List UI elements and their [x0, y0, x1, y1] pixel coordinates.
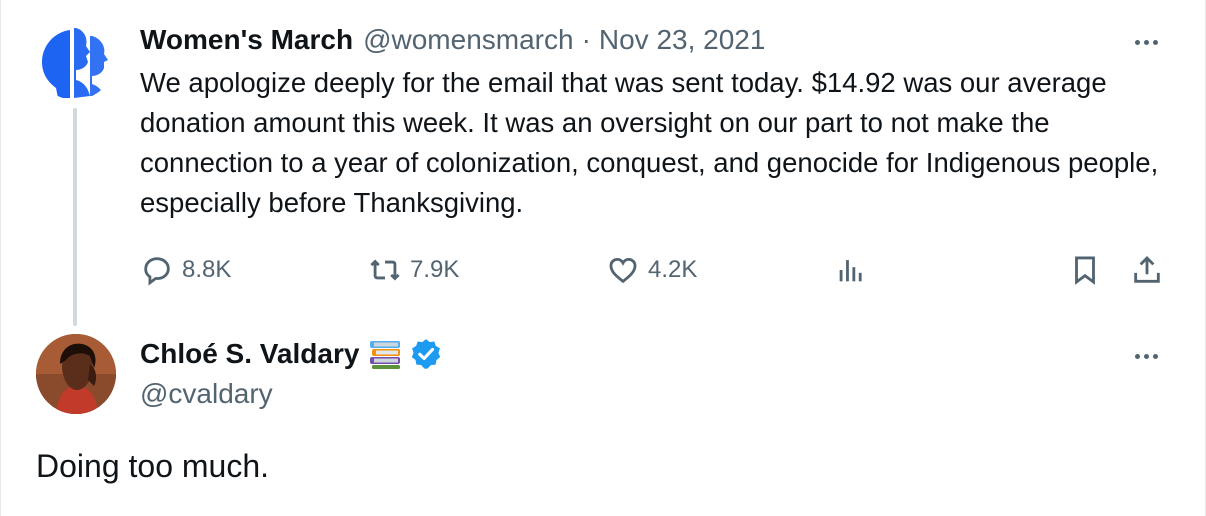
- repost-icon: [370, 259, 400, 281]
- reply-count: 8.8K: [182, 256, 232, 283]
- more-dot-icon: [1134, 353, 1140, 359]
- parent-more-options-button[interactable]: [1126, 30, 1166, 54]
- reply-button[interactable]: 8.8K: [140, 248, 231, 292]
- parent-tweet-date[interactable]: Nov 23, 2021: [599, 24, 766, 56]
- parent-author-handle[interactable]: @womensmarch: [363, 24, 573, 56]
- parent-tweet-header: Women's March @womensmarch · Nov 23, 202…: [140, 20, 765, 60]
- tweet-text: Doing too much.: [36, 448, 270, 484]
- share-button[interactable]: [1130, 248, 1164, 292]
- cvaldary-avatar[interactable]: [36, 334, 116, 414]
- repost-count: 7.9K: [410, 256, 460, 283]
- thread-connector-line: [73, 108, 77, 326]
- analytics-icon: [839, 260, 862, 282]
- more-dot-icon: [1134, 39, 1140, 45]
- parent-author-name[interactable]: Women's March: [140, 24, 353, 56]
- reply-icon: [144, 257, 170, 286]
- profile-photo-icon: [36, 334, 116, 414]
- views-button[interactable]: [834, 248, 868, 292]
- bookmark-button[interactable]: [1068, 248, 1102, 292]
- tweet-author-name[interactable]: Chloé S. Valdary: [140, 338, 359, 370]
- heart-icon: [609, 257, 637, 284]
- more-dot-icon: [1152, 353, 1158, 359]
- more-dot-icon: [1143, 353, 1149, 359]
- share-icon: [1134, 255, 1160, 283]
- more-dot-icon: [1143, 39, 1149, 45]
- more-dot-icon: [1152, 39, 1158, 45]
- parent-tweet-text: We apologize deeply for the email that w…: [140, 67, 1159, 218]
- repost-button[interactable]: 7.9K: [368, 248, 459, 292]
- tweet-author-row: Chloé S. Valdary: [140, 334, 443, 374]
- like-button[interactable]: 4.2K: [606, 248, 697, 292]
- parent-tweet-actions: 8.8K 7.9K 4.2K: [140, 248, 1170, 292]
- womens-march-logo-icon: [42, 28, 108, 98]
- bookmark-icon: [1075, 256, 1095, 285]
- verified-badge-icon[interactable]: [409, 337, 443, 371]
- tweet-more-options-button[interactable]: [1126, 344, 1166, 368]
- like-count: 4.2K: [648, 256, 698, 283]
- books-emoji-icon: [370, 341, 401, 369]
- womens-march-avatar[interactable]: [36, 22, 114, 100]
- header-separator: ·: [581, 24, 591, 55]
- tweet-author-handle[interactable]: @cvaldary: [140, 374, 273, 414]
